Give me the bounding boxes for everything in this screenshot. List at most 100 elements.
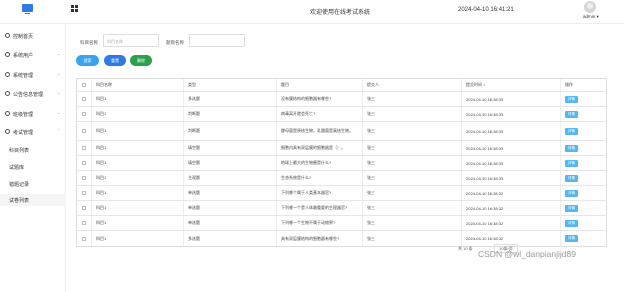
cell-submitter: 张三 [363, 141, 462, 155]
select-all-checkbox[interactable] [82, 83, 86, 87]
subject-label: 科目名称 [80, 40, 98, 45]
cell-submitter: 张三 [363, 171, 462, 185]
row-select-cell [77, 92, 92, 106]
sidebar-subitem-papers[interactable]: 试卷列表 [0, 194, 66, 206]
col-submitter: 提交人 [363, 79, 462, 91]
clock-icon [5, 129, 10, 134]
row-select-cell [77, 141, 92, 155]
col-question: 题目 [277, 79, 363, 91]
row-select-cell [77, 201, 92, 215]
cell-question: 具有双层膜结构的细胞器有哪些? [277, 231, 363, 246]
cell-time: 2024-04-10 16:38:32 [462, 201, 561, 215]
chevron-down-icon: ⌄ [57, 110, 61, 115]
cell-subject: 科目1 [92, 92, 184, 106]
sidebar-item-home[interactable]: 控制首页 [0, 30, 66, 42]
cell-question: 病毒离开就会死亡? [277, 107, 363, 121]
delete-button[interactable]: 删除 [130, 55, 152, 66]
row-checkbox[interactable] [82, 206, 86, 210]
row-checkbox[interactable] [82, 236, 86, 241]
detail-button[interactable]: 详情 [565, 204, 578, 212]
table-row: 科目1 单选题 下列哪一个是人体最重要的生理器官? 张三 2024-04-10 16:3… [77, 201, 606, 216]
row-select-cell [77, 186, 92, 200]
col-time[interactable]: 提交时间 ↕ [462, 79, 561, 91]
sidebar-item-exam[interactable]: 考试管理 ⌃ [0, 126, 66, 138]
sidebar-subitem-wrong-records[interactable]: 错题记录 [0, 178, 66, 190]
cell-actions: 详情 [561, 107, 608, 121]
detail-button[interactable]: 详情 [565, 174, 578, 182]
cell-type: 填空题 [184, 156, 277, 170]
row-checkbox[interactable] [82, 129, 86, 133]
question-input[interactable] [189, 34, 245, 47]
row-select-cell [77, 171, 92, 185]
sidebar-item-label: 考试管理 [13, 130, 34, 136]
reset-button[interactable]: 重置 [104, 55, 126, 66]
cell-actions: 详情 [561, 122, 608, 140]
detail-button[interactable]: 详情 [565, 110, 578, 118]
pager-total: 共 10 条 [458, 246, 473, 251]
cell-time: 2024-04-10 16:38:33 [462, 92, 561, 106]
search-button[interactable]: 搜索 [76, 55, 99, 66]
sidebar-subitem-question-bank[interactable]: 试题库 [0, 161, 66, 173]
table-row: 科目1 填空题 细胞内具有双层膜的细胞器是（）。 张三 2024-04-10 16:38… [77, 141, 606, 156]
row-checkbox[interactable] [82, 112, 86, 116]
table-row: 科目1 多选题 具有双层膜结构的细胞器有哪些? 张三 2024-04-10 16:38:… [77, 231, 606, 246]
folder-icon [5, 72, 10, 77]
detail-button[interactable]: 详情 [565, 95, 578, 103]
avatar[interactable] [584, 1, 596, 13]
sidebar-item-notice[interactable]: 公告信息管理 ⌄ [0, 88, 66, 100]
cell-actions: 详情 [561, 141, 608, 155]
cell-submitter: 张三 [363, 216, 462, 230]
row-checkbox[interactable] [82, 221, 86, 225]
table-row: 科目1 判断题 酵母菌是原核生物，乳酸菌是真核生物。 张三 2024-04-10 16:… [77, 122, 606, 141]
cell-subject: 科目1 [92, 216, 184, 230]
watermark-text: CSDN @wl_danpianjijd89 [478, 249, 576, 259]
chevron-down-icon: ⌄ [57, 51, 61, 56]
cell-subject: 科目1 [92, 201, 184, 215]
cell-subject: 科目1 [92, 186, 184, 200]
chevron-up-icon: ⌃ [57, 128, 61, 133]
cell-actions: 详情 [561, 201, 608, 215]
row-checkbox[interactable] [82, 97, 86, 101]
sidebar-item-system[interactable]: 系统管理 ⌄ [0, 69, 66, 81]
current-time: 2024-04-10 16:41:21 [458, 7, 514, 13]
detail-button[interactable]: 详情 [565, 189, 578, 197]
cell-submitter: 张三 [363, 186, 462, 200]
group-icon [5, 111, 10, 116]
row-checkbox[interactable] [82, 161, 86, 165]
cell-question: 酵母菌是原核生物，乳酸菌是真核生物。 [277, 122, 363, 140]
cell-submitter: 张三 [363, 107, 462, 121]
subject-input[interactable]: 科目名称 [103, 34, 159, 47]
cell-subject: 科目1 [92, 141, 184, 155]
menu-grid-icon[interactable] [71, 5, 78, 12]
table-row: 科目1 填空题 地球上最大的生物圈是什么? 张三 2024-04-10 16:38:33… [77, 156, 606, 171]
sidebar-item-users[interactable]: 系统用户 ⌄ [0, 49, 66, 61]
detail-button[interactable]: 详情 [565, 219, 578, 227]
cell-time: 2024-04-10 16:38:33 [462, 122, 561, 140]
cell-question: 下列哪一个是人体最重要的生理器官? [277, 201, 363, 215]
table-row: 科目1 单选题 下列哪个属于人类基本器官? 张三 2024-04-10 16:38:32… [77, 186, 606, 201]
detail-button[interactable]: 详情 [565, 235, 578, 242]
cell-type: 判断题 [184, 107, 277, 121]
detail-button[interactable]: 详情 [565, 144, 578, 152]
sidebar-item-label: 系统管理 [13, 73, 34, 79]
cell-subject: 科目1 [92, 156, 184, 170]
row-checkbox[interactable] [82, 146, 86, 150]
table-row: 科目1 多选题 没有膜结构的细胞器有哪些? 张三 2024-04-10 16:38:33… [77, 92, 606, 107]
sidebar-subitem-subjects[interactable]: 科目列表 [0, 144, 66, 156]
cell-submitter: 张三 [363, 201, 462, 215]
detail-button[interactable]: 详情 [565, 127, 578, 135]
cell-question: 下列哪一个生物不属于动物界? [277, 216, 363, 230]
cell-question: 生态系统是什么? [277, 171, 363, 185]
detail-button[interactable]: 详情 [565, 159, 578, 167]
cell-type: 单选题 [184, 216, 277, 230]
row-checkbox[interactable] [82, 191, 86, 195]
sidebar-item-label: 公告信息管理 [13, 92, 44, 98]
user-menu[interactable]: admin ▾ [583, 14, 599, 20]
row-select-cell [77, 216, 92, 230]
row-checkbox[interactable] [82, 176, 86, 180]
sidebar-item-class[interactable]: 班级管理 ⌄ [0, 108, 66, 120]
select-all-cell[interactable] [77, 79, 92, 91]
col-actions: 操作 [565, 82, 573, 87]
chevron-down-icon: ⌄ [57, 90, 61, 95]
sidebar-subitem-label: 试题库 [9, 165, 25, 171]
